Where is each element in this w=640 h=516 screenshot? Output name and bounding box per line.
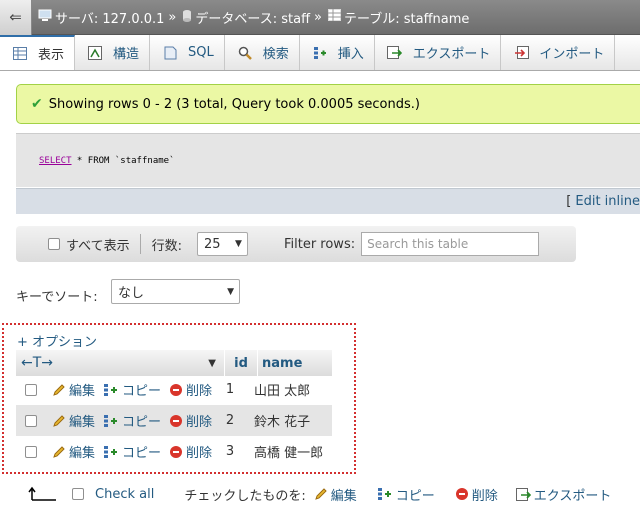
cell-id[interactable]: 3 xyxy=(220,444,240,459)
sql-table-name: `staffname` xyxy=(109,155,175,166)
tab-export[interactable]: エクスポート xyxy=(375,35,502,70)
pencil-icon xyxy=(52,383,66,397)
success-text: Showing rows 0 - 2 (3 total, Query took … xyxy=(48,96,420,112)
tab-insert[interactable]: 挿入 xyxy=(300,35,375,70)
checkmark-icon: ✔ xyxy=(31,96,43,112)
edit-button[interactable]: 編集 xyxy=(52,380,95,399)
row-checkbox[interactable] xyxy=(25,445,37,458)
sort-by-key-label: キーでソート: xyxy=(16,290,98,305)
success-message: ✔ Showing rows 0 - 2 (3 total, Query too… xyxy=(16,84,640,124)
delete-icon xyxy=(455,487,469,501)
with-selected-label: チェックしたものを: xyxy=(184,488,306,504)
copy-icon xyxy=(103,414,119,428)
bulk-copy-button[interactable]: コピー xyxy=(377,485,435,504)
pencil-icon xyxy=(52,445,66,459)
search-icon xyxy=(237,45,253,61)
edit-inline-link[interactable]: Edit inline xyxy=(575,194,640,209)
bulk-export-button[interactable]: エクスポート xyxy=(515,485,611,504)
tab-browse[interactable]: 表示 xyxy=(0,35,76,70)
chevron-down-icon: ▼ xyxy=(235,239,242,249)
column-header-name[interactable]: name xyxy=(258,350,332,376)
back-arrow-icon[interactable]: ⇐ xyxy=(0,0,32,35)
pencil-icon xyxy=(52,414,66,428)
copy-icon xyxy=(103,383,119,397)
filter-rows-input[interactable]: Search this table xyxy=(361,232,540,256)
rows-select[interactable]: 25 ▼ xyxy=(196,232,248,256)
show-all-label: すべて表示 xyxy=(66,238,130,254)
sql-query-box: SELECT * FROM `staffname` xyxy=(16,133,640,187)
cell-id[interactable]: 2 xyxy=(220,413,240,428)
database-icon xyxy=(182,9,192,26)
server-icon xyxy=(38,9,52,26)
tab-sql[interactable]: SQL xyxy=(150,35,225,70)
tab-bar: 表示 構造 SQL 検索 挿入 エクスポート インポート xyxy=(0,35,640,71)
row-checkbox[interactable] xyxy=(25,383,37,396)
table-row: 編集 コピー 削除 3 高橋 健一郎 xyxy=(16,436,332,467)
copy-icon xyxy=(377,487,393,501)
options-link[interactable]: + オプション xyxy=(17,331,97,350)
delete-button[interactable]: 削除 xyxy=(169,442,212,461)
header-controls: ←T→ ▼ xyxy=(16,350,224,376)
edit-button[interactable]: 編集 xyxy=(52,411,95,430)
sql-keyword-select[interactable]: SELECT xyxy=(39,156,72,166)
tab-import[interactable]: インポート xyxy=(501,35,616,70)
table-row: 編集 コピー 削除 1 山田 太郎 xyxy=(16,374,332,405)
copy-button[interactable]: コピー xyxy=(103,380,161,399)
tab-structure[interactable]: 構造 xyxy=(75,35,151,70)
insert-icon xyxy=(312,45,328,61)
bulk-actions-bar: Check all チェックしたものを: 編集 コピー 削除 エクスポート xyxy=(0,478,640,510)
bulk-delete-button[interactable]: 削除 xyxy=(455,485,498,504)
breadcrumb-server[interactable]: サーバ: 127.0.0.1 xyxy=(38,8,164,27)
chevron-down-icon[interactable]: ▼ xyxy=(208,358,216,369)
filter-rows-label: Filter rows: xyxy=(283,236,356,252)
breadcrumb: ⇐ サーバ: 127.0.0.1 » データベース: staff » テーブル:… xyxy=(0,0,640,35)
check-all-label[interactable]: Check all xyxy=(95,487,154,502)
copy-icon xyxy=(103,445,119,459)
show-all-checkbox[interactable] xyxy=(48,238,60,250)
breadcrumb-database[interactable]: データベース: staff xyxy=(182,8,310,27)
check-all-checkbox[interactable] xyxy=(72,488,84,500)
rows-label: 行数: xyxy=(151,238,182,254)
delete-icon xyxy=(169,445,183,459)
sort-by-key-select[interactable]: なし ▼ xyxy=(111,279,240,304)
column-header-id[interactable]: id xyxy=(225,350,257,376)
breadcrumb-table[interactable]: テーブル: staffname xyxy=(328,8,469,27)
divider xyxy=(139,234,141,254)
pencil-icon xyxy=(314,487,328,501)
row-checkbox[interactable] xyxy=(25,414,37,427)
copy-button[interactable]: コピー xyxy=(103,411,161,430)
table-header: ←T→ ▼ id name xyxy=(16,350,332,376)
sql-actions-bar: [ Edit inline xyxy=(16,188,640,214)
column-arrows-icon[interactable]: ←T→ xyxy=(21,355,53,371)
table-row: 編集 コピー 削除 2 鈴木 花子 xyxy=(16,405,332,436)
bulk-edit-button[interactable]: 編集 xyxy=(314,485,357,504)
delete-icon xyxy=(169,383,183,397)
tab-search[interactable]: 検索 xyxy=(225,35,300,70)
arrow-left-up-icon xyxy=(28,486,58,502)
sql-icon xyxy=(162,45,178,61)
cell-name[interactable]: 山田 太郎 xyxy=(254,380,310,399)
sql-text: * xyxy=(71,155,88,166)
structure-icon xyxy=(87,45,103,61)
copy-button[interactable]: コピー xyxy=(103,442,161,461)
delete-icon xyxy=(169,414,183,428)
chevron-down-icon: ▼ xyxy=(227,286,234,297)
export-icon xyxy=(515,487,531,501)
delete-button[interactable]: 削除 xyxy=(169,411,212,430)
sql-keyword-from: FROM xyxy=(87,155,110,166)
edit-button[interactable]: 編集 xyxy=(52,442,95,461)
navigation-bar: すべて表示 行数: 25 ▼ Filter rows: Search this … xyxy=(16,226,576,262)
delete-button[interactable]: 削除 xyxy=(169,380,212,399)
cell-name[interactable]: 鈴木 花子 xyxy=(254,411,310,430)
cell-name[interactable]: 高橋 健一郎 xyxy=(254,442,323,461)
cell-id[interactable]: 1 xyxy=(220,382,240,397)
table-icon xyxy=(328,9,341,25)
import-icon xyxy=(513,45,529,61)
export-icon xyxy=(387,45,403,61)
table-icon xyxy=(12,46,28,62)
